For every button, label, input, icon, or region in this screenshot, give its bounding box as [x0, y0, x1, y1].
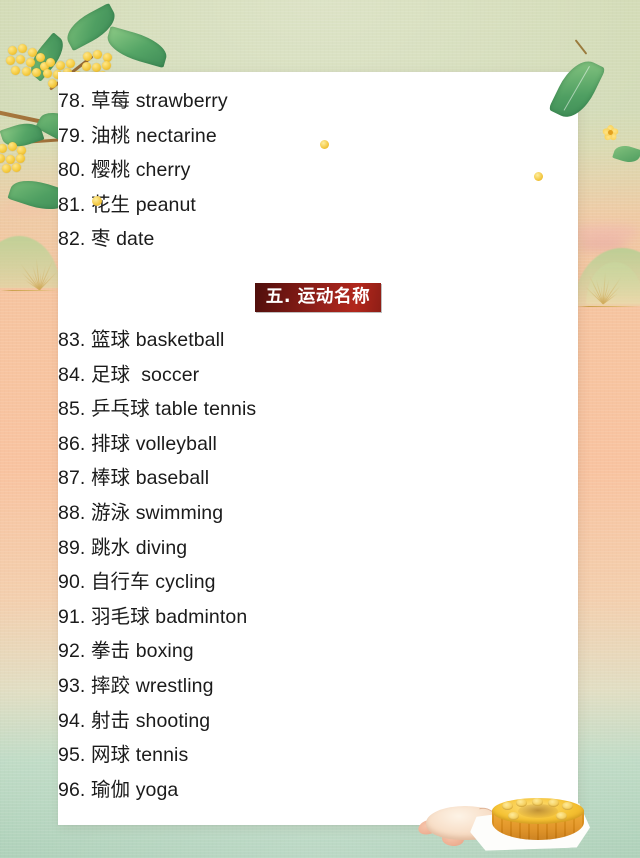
- item-chinese: 跳水: [90, 535, 131, 559]
- item-number: 78.: [58, 90, 86, 112]
- list-item: 80. 樱桃 cherry: [58, 153, 578, 188]
- item-number: 84.: [58, 363, 86, 386]
- item-number: 85.: [58, 398, 86, 421]
- list-item: 87. 棒球 baseball: [58, 461, 578, 496]
- item-chinese: 网球: [90, 743, 131, 767]
- poster-page: 78. 草莓 strawberry 79. 油桃 nectarine 80. 樱…: [0, 0, 640, 858]
- item-chinese: 棒球: [90, 466, 131, 490]
- item-chinese: 自行车: [90, 570, 150, 594]
- item-english: baseball: [135, 467, 210, 490]
- item-english: tennis: [135, 744, 189, 767]
- item-english: cherry: [135, 159, 191, 182]
- item-number: 89.: [58, 536, 86, 559]
- item-number: 91.: [58, 605, 86, 628]
- list-item: 88. 游泳 swimming: [58, 496, 578, 531]
- floating-flower-dot-2: [320, 140, 329, 149]
- item-chinese: 游泳: [90, 500, 131, 524]
- item-chinese: 拳击: [90, 639, 131, 663]
- list-item: 93. 摔跤 wrestling: [58, 669, 578, 704]
- item-chinese: 乒乓球: [90, 397, 150, 421]
- item-number: 83.: [58, 328, 86, 351]
- item-chinese: 射击: [90, 708, 131, 732]
- list-item: 85. 乒乓球 table tennis: [58, 392, 578, 427]
- list-item: 89. 跳水 diving: [58, 531, 578, 566]
- item-number: 92.: [58, 640, 86, 663]
- item-english: date: [116, 228, 155, 251]
- item-english: boxing: [135, 640, 194, 663]
- list-item: 91. 羽毛球 badminton: [58, 600, 578, 635]
- item-english: yoga: [135, 778, 179, 801]
- item-chinese: 瑜伽: [90, 777, 131, 801]
- item-number: 93.: [58, 674, 86, 697]
- item-chinese: 篮球: [90, 327, 131, 351]
- item-chinese: 足球: [90, 362, 131, 386]
- item-chinese: 樱桃: [90, 158, 131, 182]
- list-item: 86. 排球 volleyball: [58, 427, 578, 462]
- list-item: 83. 篮球 basketball: [58, 323, 578, 358]
- gold-rays-right: [569, 262, 640, 307]
- item-english: table tennis: [155, 398, 257, 421]
- item-number: 90.: [58, 571, 86, 594]
- mooncake-icon: [492, 798, 584, 842]
- section-header-row: 五. 运动名称: [58, 282, 578, 323]
- cloud-wisp-left: [0, 200, 54, 216]
- item-number: 86.: [58, 432, 86, 455]
- item-english: wrestling: [135, 674, 214, 697]
- item-number: 87.: [58, 467, 86, 490]
- item-english: cycling: [155, 571, 216, 594]
- item-number: 82.: [58, 228, 86, 251]
- item-english: basketball: [135, 328, 225, 351]
- list-item: 90. 自行车 cycling: [58, 565, 578, 600]
- item-english: soccer: [141, 363, 200, 386]
- item-number: 80.: [58, 159, 86, 182]
- item-number: 81.: [58, 193, 86, 216]
- gold-horizon-left: [0, 290, 60, 291]
- item-english: nectarine: [135, 124, 217, 147]
- list-item: 78. 草莓 strawberry: [58, 84, 578, 119]
- sport-vocabulary-list: 83. 篮球 basketball 84. 足球 soccer 85. 乒乓球 …: [58, 323, 578, 807]
- section-title-banner: 五. 运动名称: [254, 282, 382, 312]
- corner-flower-icon: [601, 124, 620, 142]
- item-english: shooting: [135, 709, 211, 732]
- content-card: 78. 草莓 strawberry 79. 油桃 nectarine 80. 樱…: [58, 72, 578, 825]
- list-item: 84. 足球 soccer: [58, 358, 578, 393]
- list-item: 92. 拳击 boxing: [58, 634, 578, 669]
- item-number: 96.: [58, 778, 86, 801]
- item-number: 94.: [58, 709, 86, 732]
- item-number: 95.: [58, 744, 86, 767]
- floating-flower-dot-3: [534, 172, 543, 181]
- floating-flower-dot-1: [92, 196, 102, 206]
- item-english: peanut: [135, 193, 196, 216]
- item-number: 79.: [58, 124, 86, 147]
- item-chinese: 油桃: [90, 123, 131, 147]
- list-item: 94. 射击 shooting: [58, 704, 578, 739]
- item-english: diving: [135, 536, 188, 559]
- item-english: badminton: [155, 605, 248, 628]
- list-item: 82. 枣 date: [58, 222, 578, 257]
- item-chinese: 草莓: [90, 89, 131, 112]
- item-chinese: 枣: [90, 227, 111, 251]
- item-number: 88.: [58, 501, 86, 524]
- list-item: 81. 花生 peanut: [58, 188, 578, 223]
- fruit-vocabulary-list: 78. 草莓 strawberry 79. 油桃 nectarine 80. 樱…: [58, 84, 578, 257]
- item-chinese: 羽毛球: [90, 604, 150, 628]
- list-item: 79. 油桃 nectarine: [58, 119, 578, 154]
- item-chinese: 排球: [90, 431, 131, 455]
- item-english: volleyball: [135, 432, 217, 455]
- item-chinese: 摔跤: [90, 673, 131, 697]
- list-item: 95. 网球 tennis: [58, 738, 578, 773]
- item-english: swimming: [135, 501, 224, 524]
- gold-horizon-right: [576, 306, 640, 307]
- item-english: strawberry: [135, 90, 228, 112]
